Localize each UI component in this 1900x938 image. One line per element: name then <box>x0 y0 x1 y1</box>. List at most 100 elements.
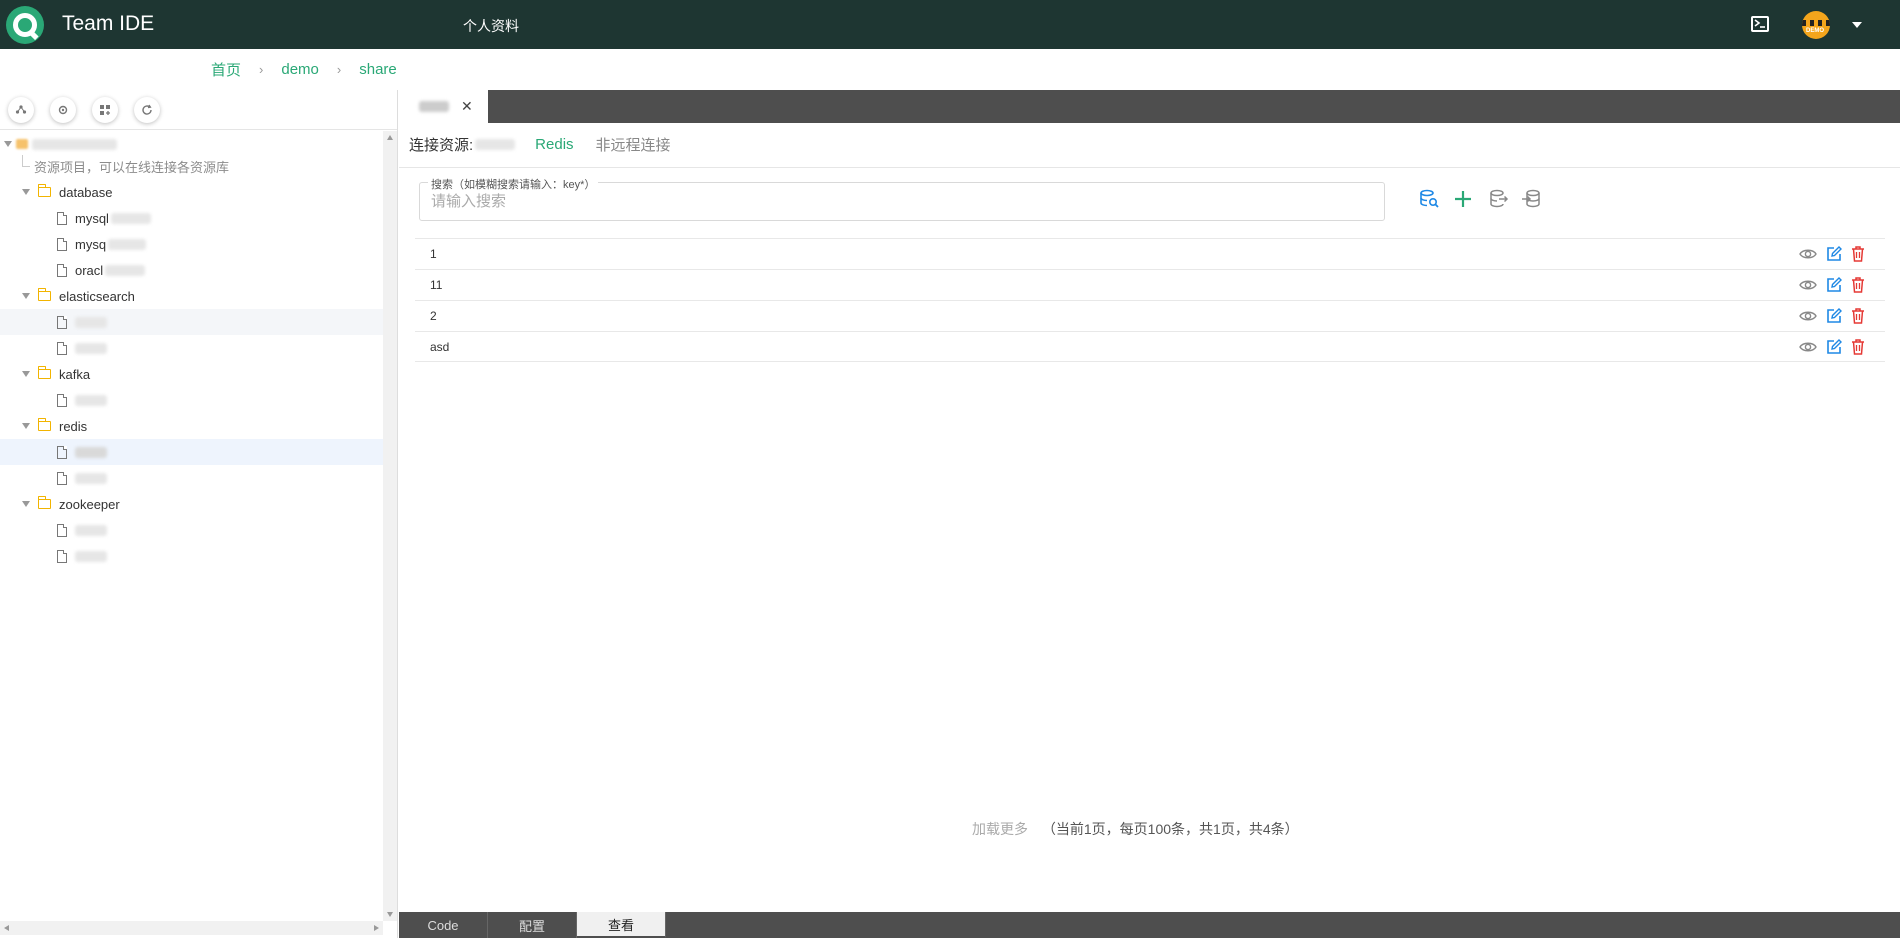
tree-root-desc: 资源项目，可以在线连接各资源库 <box>0 153 383 179</box>
delete-icon[interactable] <box>1851 246 1865 265</box>
main-panel: ✕ 连接资源: Redis 非远程连接 搜索（如模糊搜索请输入：key*） 1 <box>399 90 1900 938</box>
delete-icon[interactable] <box>1851 308 1865 327</box>
view-icon[interactable] <box>1799 246 1817 265</box>
file-icon <box>57 549 67 563</box>
delete-icon[interactable] <box>1851 277 1865 296</box>
collapse-arrow-icon[interactable] <box>22 371 30 377</box>
add-key-icon[interactable] <box>1452 188 1474 210</box>
breadcrumb-share[interactable]: share <box>359 61 397 78</box>
close-icon[interactable]: ✕ <box>461 98 473 115</box>
tree-folder-redis[interactable]: redis <box>0 413 383 439</box>
search-keys-icon[interactable] <box>1418 188 1440 210</box>
file-icon <box>57 471 67 485</box>
tree-item[interactable]: oracl <box>0 257 383 283</box>
collapse-arrow-icon[interactable] <box>4 141 12 147</box>
pager: 加载更多 （当前1页，每页100条，共1页，共4条） <box>972 819 1299 839</box>
key-list: 1 11 2 asd <box>415 238 1885 362</box>
tree-item[interactable] <box>0 465 383 491</box>
key-row[interactable]: 2 <box>415 300 1885 331</box>
key-row[interactable]: asd <box>415 331 1885 362</box>
app-title: Team IDE <box>62 12 155 35</box>
edit-icon[interactable] <box>1826 339 1842 358</box>
sidebar: 资源项目，可以在线连接各资源库 database mysql mysq orac… <box>0 90 398 938</box>
edit-icon[interactable] <box>1826 246 1842 265</box>
folder-icon <box>38 418 51 431</box>
search-legend: 搜索（如模糊搜索请输入：key*） <box>428 176 599 192</box>
edit-icon[interactable] <box>1826 308 1842 327</box>
connection-mode: 非远程连接 <box>595 137 671 154</box>
tree-item[interactable] <box>0 517 383 543</box>
app-header: Team IDE 个人资料 DEMO <box>0 0 1900 49</box>
tree-item-selected[interactable] <box>0 439 383 465</box>
editor-tabbar: ✕ <box>399 90 1900 123</box>
view-icon[interactable] <box>1799 277 1817 296</box>
collapse-arrow-icon[interactable] <box>22 423 30 429</box>
add-app-icon[interactable] <box>92 96 118 123</box>
tab-redis-connection[interactable]: ✕ <box>399 90 488 123</box>
user-menu-caret-icon[interactable] <box>1852 22 1862 28</box>
key-name[interactable]: 11 <box>430 278 442 292</box>
import-icon[interactable] <box>1521 188 1543 210</box>
file-icon <box>57 445 67 459</box>
key-name[interactable]: asd <box>430 340 449 354</box>
collapse-arrow-icon[interactable] <box>22 189 30 195</box>
file-icon <box>57 211 67 225</box>
tab-code[interactable]: Code <box>399 912 488 938</box>
tree-vertical-scrollbar[interactable] <box>383 131 397 921</box>
export-icon[interactable] <box>1487 188 1509 210</box>
settings-icon[interactable] <box>50 96 76 123</box>
cluster-icon[interactable] <box>8 96 34 123</box>
tree-horizontal-scrollbar[interactable] <box>0 921 383 935</box>
tree-folder-elasticsearch[interactable]: elasticsearch <box>0 283 383 309</box>
app-logo-icon[interactable] <box>6 6 44 44</box>
tab-label <box>419 101 449 112</box>
tree-item[interactable] <box>0 543 383 569</box>
tree-folder-kafka[interactable]: kafka <box>0 361 383 387</box>
collapse-arrow-icon[interactable] <box>22 293 30 299</box>
view-icon[interactable] <box>1799 308 1817 327</box>
tab-config[interactable]: 配置 <box>488 912 577 938</box>
nav-profile-link[interactable]: 个人资料 <box>463 16 519 36</box>
key-name[interactable]: 2 <box>430 309 437 323</box>
project-icon <box>16 139 28 149</box>
refresh-icon[interactable] <box>134 96 160 123</box>
tab-view[interactable]: 查看 <box>577 912 666 938</box>
folder-icon <box>38 288 51 301</box>
edit-icon[interactable] <box>1826 277 1842 296</box>
delete-icon[interactable] <box>1851 339 1865 358</box>
key-row[interactable]: 11 <box>415 269 1885 300</box>
sidebar-toolbar <box>0 90 397 130</box>
resource-tree: 资源项目，可以在线连接各资源库 database mysql mysq orac… <box>0 131 383 921</box>
tree-folder-zookeeper[interactable]: zookeeper <box>0 491 383 517</box>
connection-name <box>475 139 516 150</box>
tree-folder-database[interactable]: database <box>0 179 383 205</box>
breadcrumb: 首页 › demo › share <box>0 49 1900 89</box>
tree-item[interactable] <box>0 335 383 361</box>
file-icon <box>57 263 67 277</box>
tree-item[interactable]: mysq <box>0 231 383 257</box>
tree-item[interactable] <box>0 309 383 335</box>
file-icon <box>57 341 67 355</box>
breadcrumb-demo[interactable]: demo <box>281 61 319 78</box>
connection-label: 连接资源: <box>409 137 474 154</box>
divider <box>399 167 1900 168</box>
key-row[interactable]: 1 <box>415 238 1885 269</box>
load-more-button[interactable]: 加载更多 <box>972 821 1028 837</box>
tree-root-label <box>32 138 117 150</box>
terminal-icon[interactable] <box>1751 16 1769 32</box>
tree-item[interactable] <box>0 387 383 413</box>
view-icon[interactable] <box>1799 339 1817 358</box>
file-icon <box>57 315 67 329</box>
search-input[interactable] <box>431 193 1371 210</box>
user-avatar[interactable]: DEMO <box>1802 11 1830 39</box>
bottom-tabbar: Code 配置 查看 <box>399 912 1900 938</box>
breadcrumb-separator-icon: › <box>336 61 342 77</box>
breadcrumb-home[interactable]: 首页 <box>211 59 241 80</box>
connection-type: Redis <box>535 136 574 153</box>
folder-icon <box>38 366 51 379</box>
tree-item[interactable]: mysql <box>0 205 383 231</box>
folder-icon <box>38 496 51 509</box>
search-field: 搜索（如模糊搜索请输入：key*） <box>419 176 1385 221</box>
key-name[interactable]: 1 <box>430 247 437 261</box>
collapse-arrow-icon[interactable] <box>22 501 30 507</box>
